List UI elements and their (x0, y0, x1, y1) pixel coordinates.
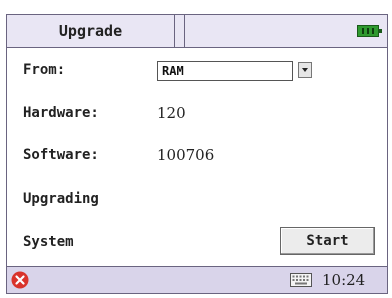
status-bar: 10:24 (6, 266, 388, 294)
from-label: From: (23, 62, 66, 78)
hardware-label: Hardware: (23, 105, 99, 121)
from-select[interactable]: RAM (157, 61, 293, 81)
system-label: System (23, 234, 74, 250)
page-title: Upgrade (7, 15, 175, 47)
battery-icon (357, 25, 382, 37)
software-value: 100706 (157, 146, 215, 164)
title-divider (184, 15, 185, 47)
start-button[interactable]: Start (280, 227, 375, 255)
clock-time: 10:24 (322, 271, 366, 289)
upgrading-label: Upgrading (23, 191, 99, 207)
chevron-down-icon[interactable] (298, 62, 312, 78)
title-bar: Upgrade (6, 14, 388, 48)
close-icon[interactable] (11, 271, 29, 289)
keyboard-icon[interactable] (290, 273, 312, 287)
hardware-value: 120 (157, 104, 186, 122)
upgrade-screen: Upgrade From: RAM Hardware: 120 Software… (0, 0, 392, 298)
upgrade-form: From: RAM Hardware: 120 Software: 100706… (6, 48, 388, 266)
software-label: Software: (23, 147, 99, 163)
